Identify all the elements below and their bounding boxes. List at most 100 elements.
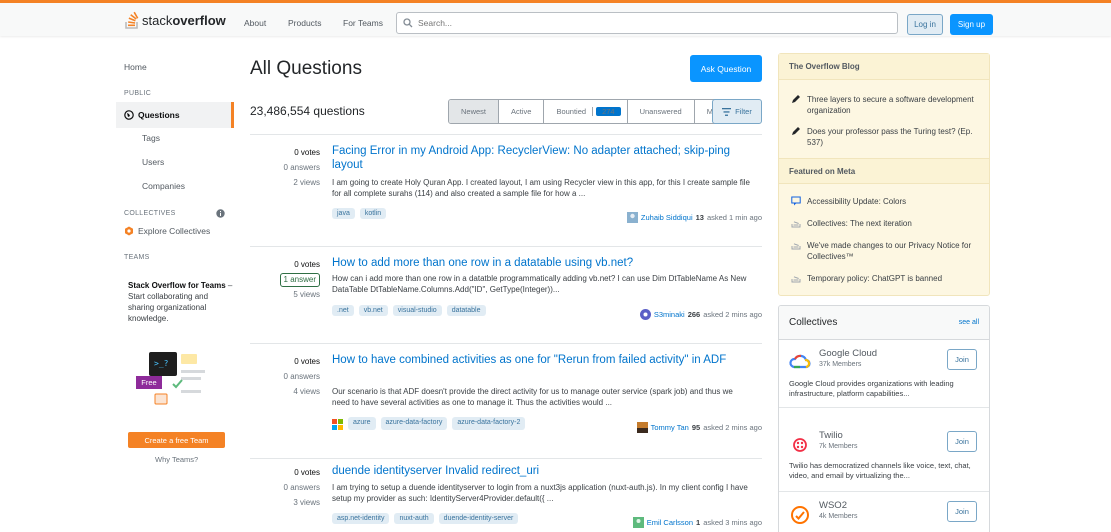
bounty-count-badge: 274 — [596, 107, 621, 116]
collective-name[interactable]: Google Cloud — [819, 348, 877, 359]
user-name-link[interactable]: Zuhaib Siddiqui — [641, 213, 693, 222]
wso2-icon[interactable] — [789, 504, 811, 526]
meta-item[interactable]: Collectives: The next iteration — [791, 218, 981, 229]
nav-for-teams[interactable]: For Teams — [343, 18, 383, 28]
question-excerpt: I am going to create Holy Quran App. I c… — [332, 178, 750, 198]
sidebar-item-questions[interactable]: Questions — [116, 102, 234, 128]
sidebar-item-tags[interactable]: Tags — [142, 133, 160, 143]
search-box[interactable] — [396, 12, 898, 34]
tag[interactable]: azure-data-factory-2 — [452, 417, 526, 430]
tag[interactable]: visual-studio — [392, 305, 442, 316]
twilio-icon[interactable] — [789, 434, 811, 456]
join-button[interactable]: Join — [947, 501, 977, 522]
search-icon — [403, 18, 413, 28]
question-stats: 0 votes 0 answers 3 views — [266, 465, 320, 510]
ask-question-button[interactable]: Ask Question — [690, 55, 762, 82]
svg-text:>_?: >_? — [154, 359, 169, 368]
question-title-link[interactable]: How to add more than one row in a datata… — [332, 256, 732, 270]
avatar[interactable] — [639, 309, 651, 320]
asked-time: asked 2 mins ago — [703, 310, 762, 319]
vote-count: 0 votes — [294, 260, 320, 269]
tag[interactable]: .net — [332, 305, 354, 316]
tag-list: java kotlin — [332, 208, 387, 219]
blog-heading: The Overflow Blog — [779, 54, 989, 80]
azure-icon — [332, 419, 343, 430]
join-button[interactable]: Join — [947, 431, 977, 452]
stack-small-icon — [791, 221, 801, 228]
meta-item-link[interactable]: Collectives: The next iteration — [807, 218, 912, 229]
tab-bountied[interactable]: Bountied 274 — [544, 100, 628, 123]
question-stats: 0 votes 0 answers 4 views — [266, 354, 320, 399]
sidebar-item-users[interactable]: Users — [142, 157, 164, 167]
blog-item[interactable]: Three layers to secure a software develo… — [791, 94, 981, 116]
collectives-icon — [125, 226, 133, 236]
tag[interactable]: nuxt-auth — [394, 513, 434, 524]
stack-logo-icon — [125, 11, 139, 29]
question-row: 0 votes 1 answer 5 views How to add more… — [250, 246, 762, 343]
user-name-link[interactable]: Emil Carlsson — [647, 518, 693, 527]
question-stats: 0 votes 0 answers 2 views — [266, 145, 320, 190]
meta-item-link[interactable]: We've made changes to our Privacy Notice… — [807, 240, 981, 262]
blog-item-link[interactable]: Does your professor pass the Turing test… — [807, 126, 981, 148]
user-reputation: 266 — [687, 310, 701, 319]
avatar[interactable] — [632, 517, 644, 528]
meta-item-link[interactable]: Accessibility Update: Colors — [807, 196, 906, 207]
meta-item[interactable]: Accessibility Update: Colors — [791, 196, 981, 207]
blog-item-link[interactable]: Three layers to secure a software develo… — [807, 94, 981, 116]
tag[interactable]: azure-data-factory — [380, 417, 448, 430]
user-reputation: 1 — [696, 518, 701, 527]
tab-active[interactable]: Active — [499, 100, 545, 123]
question-title-link[interactable]: duende identityserver Invalid redirect_u… — [332, 464, 732, 478]
sidebar-heading-collectives: COLLECTIVES — [124, 210, 176, 217]
filter-button[interactable]: Filter — [712, 99, 762, 124]
info-icon[interactable] — [216, 209, 225, 218]
tag[interactable]: asp.net-identity — [332, 513, 390, 524]
meta-item-link[interactable]: Temporary policy: ChatGPT is banned — [807, 273, 942, 284]
answer-count: 0 answers — [283, 372, 320, 381]
site-logo[interactable]: stackoverflow — [125, 11, 226, 29]
question-owner: Emil Carlsson 1 asked 3 mins ago — [632, 517, 762, 528]
tab-newest[interactable]: Newest — [449, 100, 500, 123]
see-all-link[interactable]: see all — [959, 319, 979, 326]
question-title-link[interactable]: Facing Error in my Android App: Recycler… — [332, 144, 732, 172]
join-button[interactable]: Join — [947, 349, 977, 370]
sidebar-item-home[interactable]: Home — [124, 62, 147, 72]
create-team-button[interactable]: Create a free Team — [128, 432, 225, 448]
signup-button[interactable]: Sign up — [950, 14, 993, 35]
google-cloud-icon[interactable] — [789, 352, 811, 374]
search-input[interactable] — [418, 18, 878, 28]
teams-promo-title: Stack Overflow for Teams — [128, 281, 226, 290]
collective-members: 4k Members — [819, 513, 858, 520]
tag[interactable]: duende-identity-server — [438, 513, 519, 524]
free-badge: Free — [136, 376, 162, 389]
avatar[interactable] — [626, 212, 638, 223]
asked-time: asked 1 min ago — [706, 213, 762, 222]
login-button[interactable]: Log in — [907, 14, 943, 35]
sidebar-item-companies[interactable]: Companies — [142, 181, 185, 191]
collective-item: WSO2 4k Members Join — [779, 492, 989, 532]
tag[interactable]: datatable — [446, 305, 486, 316]
collective-name[interactable]: Twilio — [819, 430, 843, 441]
user-name-link[interactable]: S3minaki — [654, 310, 685, 319]
question-excerpt: How can i add more than one row in a dat… — [332, 274, 747, 294]
meta-item[interactable]: Temporary policy: ChatGPT is banned — [791, 273, 981, 284]
stack-small-icon — [791, 243, 801, 250]
tag[interactable]: kotlin — [359, 208, 387, 219]
tag[interactable]: java — [332, 208, 355, 219]
sidebar-heading-public: PUBLIC — [124, 90, 152, 97]
tag[interactable]: vb.net — [358, 305, 388, 316]
question-title-link[interactable]: How to have combined activities as one f… — [332, 353, 732, 367]
collective-name[interactable]: WSO2 — [819, 500, 847, 511]
tab-unanswered[interactable]: Unanswered — [628, 100, 695, 123]
meta-heading: Featured on Meta — [779, 158, 989, 184]
meta-item[interactable]: We've made changes to our Privacy Notice… — [791, 240, 981, 262]
tag[interactable]: azure — [348, 417, 376, 430]
collective-members: 37k Members — [819, 361, 862, 368]
why-teams-link[interactable]: Why Teams? — [155, 455, 198, 464]
nav-products[interactable]: Products — [288, 18, 322, 28]
blog-item[interactable]: Does your professor pass the Turing test… — [791, 126, 981, 148]
avatar[interactable] — [636, 422, 648, 433]
sidebar-item-explore-collectives[interactable]: Explore Collectives — [124, 226, 210, 236]
user-name-link[interactable]: Tommy Tan — [651, 423, 689, 432]
nav-about[interactable]: About — [244, 18, 266, 28]
